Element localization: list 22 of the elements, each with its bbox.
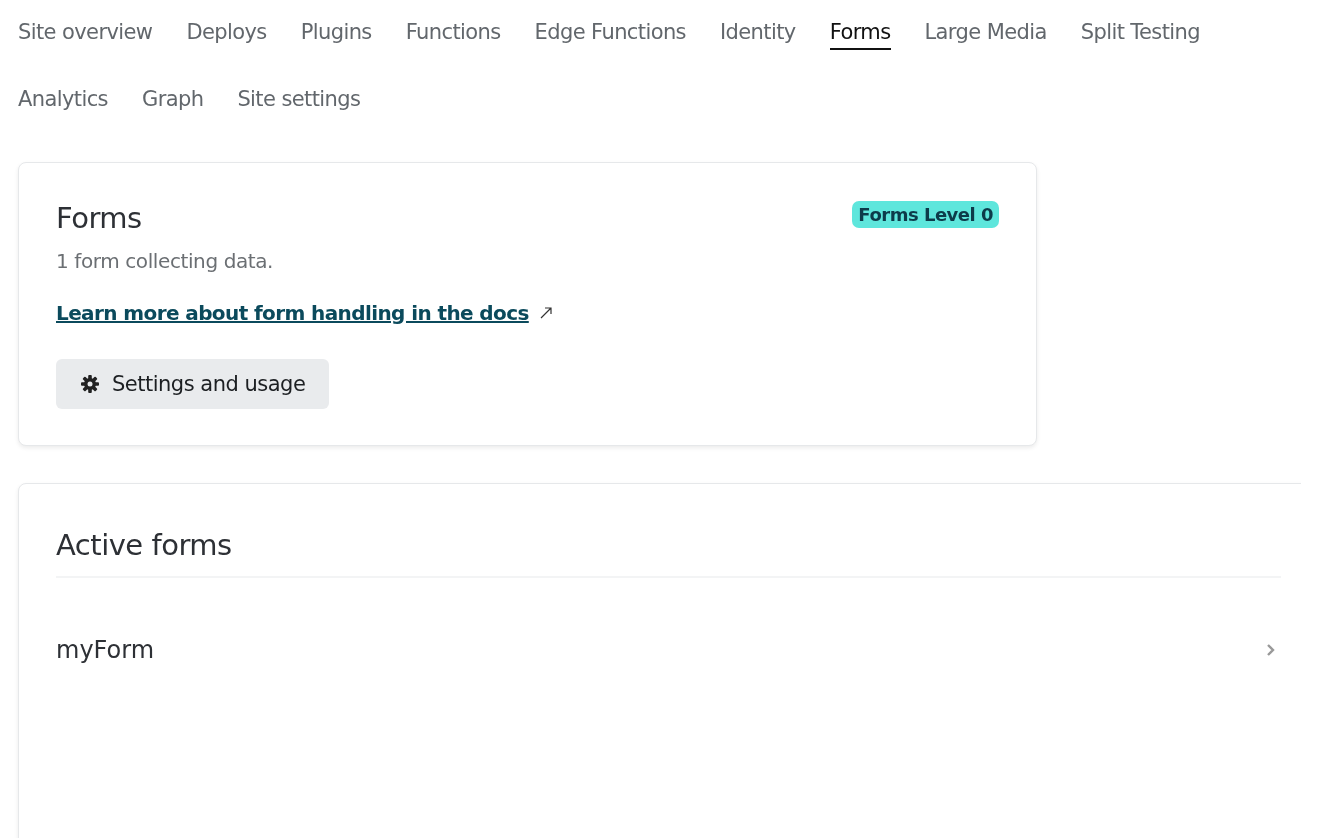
settings-icon (80, 374, 100, 394)
nav-tab[interactable]: Edge Functions (534, 20, 686, 50)
nav-tab[interactable]: Site overview (18, 20, 153, 50)
nav-tab[interactable]: Analytics (18, 87, 108, 117)
external-link-icon (538, 306, 553, 320)
chevron-right-icon (1265, 643, 1275, 657)
docs-link[interactable]: Learn more about form handling in the docs (56, 301, 529, 325)
section-title: Active forms (56, 528, 233, 562)
settings-button[interactable]: Settings and usage (56, 359, 330, 409)
nav-tab[interactable]: Deploys (186, 20, 267, 50)
card-title: Forms (56, 201, 142, 235)
form-list-item[interactable]: myForm (56, 636, 1281, 664)
nav-tab[interactable]: Forms (829, 20, 891, 50)
nav-tab[interactable]: Graph (141, 87, 204, 117)
description-text: 1 form collecting data. (56, 249, 275, 273)
nav-tab[interactable]: Identity (719, 20, 796, 50)
level-badge: Forms Level 0 (852, 201, 999, 228)
nav-tab[interactable]: Plugins (300, 20, 372, 50)
nav-tab[interactable]: Functions (405, 20, 501, 50)
nav-tab[interactable]: Site settings (237, 87, 361, 117)
nav-tab[interactable]: Large Media (924, 20, 1047, 50)
nav-tab[interactable]: Split Testing (1080, 20, 1200, 50)
